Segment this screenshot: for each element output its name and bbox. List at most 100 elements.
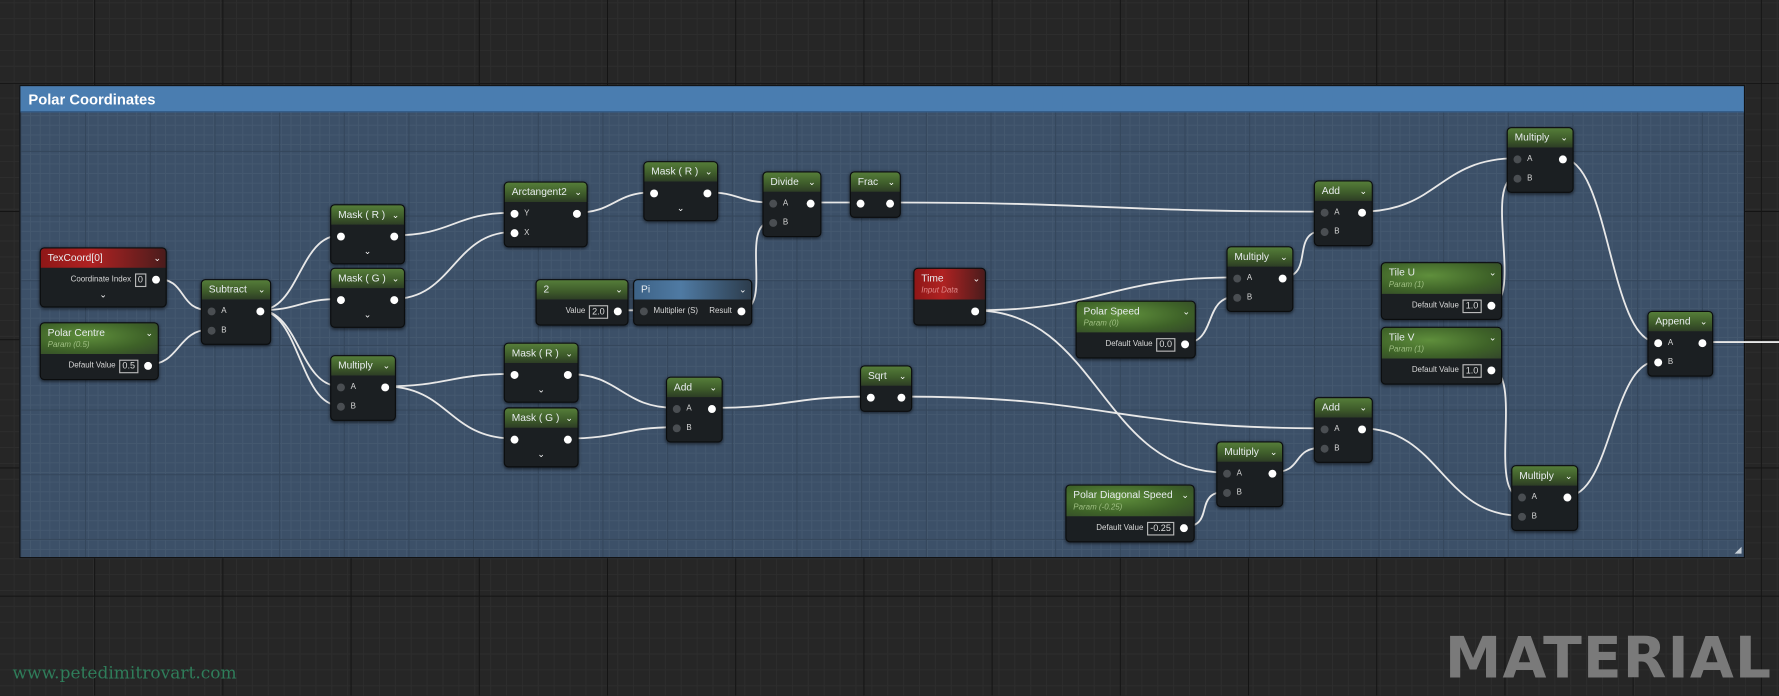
- input-pin[interactable]: [1654, 358, 1663, 367]
- chevron-down-icon[interactable]: ⌄: [705, 165, 713, 180]
- input-pin[interactable]: [769, 218, 778, 227]
- node-append[interactable]: Append ⌄ A B: [1647, 310, 1714, 377]
- input-pin[interactable]: [1518, 493, 1526, 502]
- chevron-down-icon[interactable]: ⌄: [1489, 330, 1497, 345]
- node-header[interactable]: Multiply ⌄: [1217, 442, 1283, 462]
- node-header[interactable]: Mask ( G ) ⌄: [504, 408, 578, 428]
- chevron-down-icon[interactable]: ⌄: [383, 359, 391, 374]
- output-pin[interactable]: [390, 296, 399, 305]
- chevron-down-icon[interactable]: ⌄: [565, 346, 573, 361]
- chevron-down-icon[interactable]: ⌄: [146, 326, 154, 341]
- output-pin[interactable]: [144, 361, 153, 370]
- node-arctangent2[interactable]: Arctangent2 ⌄ Y X: [503, 181, 588, 248]
- node-header[interactable]: Divide ⌄: [763, 172, 821, 192]
- node-header[interactable]: Subtract ⌄: [201, 280, 271, 300]
- node-header[interactable]: Add ⌄: [1314, 398, 1372, 418]
- expand-chevron-icon[interactable]: ⌄: [331, 310, 404, 324]
- expand-chevron-icon[interactable]: ⌄: [505, 449, 578, 463]
- input-pin[interactable]: [510, 371, 519, 379]
- output-pin[interactable]: [1487, 301, 1496, 310]
- chevron-down-icon[interactable]: ⌄: [739, 283, 747, 298]
- node-polar-centre[interactable]: Polar Centre Param (0.5) ⌄ Default Value 0.5: [39, 322, 159, 381]
- output-pin[interactable]: [152, 275, 160, 284]
- node-header[interactable]: Sqrt ⌄: [861, 366, 912, 386]
- node-header[interactable]: TexCoord[0] ⌄: [40, 248, 166, 268]
- chevron-down-icon[interactable]: ⌄: [1280, 250, 1288, 265]
- value-field[interactable]: 1.0: [1462, 363, 1482, 378]
- input-pin[interactable]: [1223, 469, 1232, 478]
- resize-handle-icon[interactable]: ◢: [1735, 545, 1742, 555]
- input-pin[interactable]: [336, 232, 345, 241]
- chevron-down-icon[interactable]: ⌄: [1183, 304, 1191, 319]
- node-multiply[interactable]: Multiply ⌄ A B: [330, 355, 396, 421]
- node-multiply[interactable]: Multiply ⌄ A B: [1511, 465, 1579, 531]
- node-sqrt[interactable]: Sqrt ⌄: [860, 365, 913, 412]
- chevron-down-icon[interactable]: ⌄: [258, 283, 266, 298]
- output-pin[interactable]: [256, 307, 265, 316]
- node-header[interactable]: Multiply ⌄: [331, 356, 395, 376]
- output-pin[interactable]: [613, 307, 622, 316]
- node-header[interactable]: Mask ( R ) ⌄: [644, 162, 718, 182]
- output-pin[interactable]: [737, 307, 746, 316]
- input-pin[interactable]: [510, 435, 519, 444]
- chevron-down-icon[interactable]: ⌄: [574, 185, 582, 200]
- input-pin[interactable]: [1513, 155, 1522, 164]
- node-tile-v[interactable]: Tile V Param (1) ⌄ Default Value 1.0: [1380, 326, 1503, 385]
- output-pin[interactable]: [806, 199, 815, 208]
- comment-title[interactable]: Polar Coordinates: [20, 86, 1744, 113]
- input-pin[interactable]: [207, 307, 216, 316]
- output-pin[interactable]: [381, 383, 390, 392]
- chevron-down-icon[interactable]: ⌄: [808, 175, 816, 190]
- chevron-down-icon[interactable]: ⌄: [888, 175, 896, 190]
- node-divide[interactable]: Divide ⌄ A B: [762, 171, 822, 238]
- node-add[interactable]: Add ⌄ A B: [1313, 180, 1373, 247]
- chevron-down-icon[interactable]: ⌄: [973, 271, 981, 286]
- input-pin[interactable]: [1320, 425, 1329, 434]
- node-header[interactable]: Tile U Param (1) ⌄: [1381, 263, 1502, 294]
- output-pin[interactable]: [897, 393, 906, 402]
- chevron-down-icon[interactable]: ⌄: [899, 369, 907, 384]
- node-multiply[interactable]: Multiply ⌄ A B: [1226, 246, 1294, 313]
- node-header[interactable]: Multiply ⌄: [1512, 466, 1578, 486]
- node-mask-g[interactable]: Mask ( G ) ⌄ ⌄: [503, 407, 579, 468]
- output-pin[interactable]: [1487, 366, 1496, 375]
- node-mask-g[interactable]: Mask ( G ) ⌄ ⌄: [330, 267, 406, 328]
- chevron-down-icon[interactable]: ⌄: [1560, 130, 1568, 145]
- chevron-down-icon[interactable]: ⌄: [154, 251, 162, 266]
- node-mask-r[interactable]: Mask ( R ) ⌄ ⌄: [643, 161, 719, 222]
- output-pin[interactable]: [971, 307, 980, 316]
- input-pin[interactable]: [1223, 488, 1232, 497]
- input-pin[interactable]: [1518, 512, 1526, 521]
- output-pin[interactable]: [1698, 339, 1707, 348]
- value-field[interactable]: 0.0: [1155, 337, 1176, 352]
- node-header[interactable]: Mask ( G ) ⌄: [331, 268, 404, 289]
- output-pin[interactable]: [707, 405, 716, 413]
- input-pin[interactable]: [672, 405, 681, 413]
- node-header[interactable]: Multiply ⌄: [1227, 247, 1293, 267]
- output-pin[interactable]: [1358, 208, 1367, 217]
- output-pin[interactable]: [563, 435, 572, 444]
- node-header[interactable]: Frac ⌄: [850, 172, 900, 192]
- input-pin[interactable]: [1654, 339, 1663, 348]
- chevron-down-icon[interactable]: ⌄: [709, 380, 717, 395]
- node-header[interactable]: Add ⌄: [667, 377, 722, 398]
- node-header[interactable]: Mask ( R ) ⌄: [504, 343, 578, 364]
- input-pin[interactable]: [207, 326, 216, 335]
- output-pin[interactable]: [563, 371, 572, 379]
- output-pin[interactable]: [1181, 340, 1190, 349]
- node-header[interactable]: Mask ( R ) ⌄: [331, 205, 404, 225]
- input-pin[interactable]: [1320, 228, 1329, 236]
- expand-chevron-icon[interactable]: ⌄: [41, 289, 166, 303]
- input-pin[interactable]: [336, 402, 345, 411]
- input-pin[interactable]: [639, 307, 648, 316]
- input-pin[interactable]: [1320, 444, 1329, 453]
- node-2[interactable]: 2 ⌄ Value 2.0: [535, 279, 629, 326]
- output-pin[interactable]: [1563, 493, 1572, 502]
- chevron-down-icon[interactable]: ⌄: [1360, 184, 1368, 199]
- node-header[interactable]: Multiply ⌄: [1507, 128, 1573, 148]
- output-pin[interactable]: [886, 199, 895, 208]
- value-field[interactable]: 0: [134, 272, 147, 287]
- node-header[interactable]: Pi ⌄: [634, 280, 752, 300]
- output-pin[interactable]: [1358, 425, 1367, 434]
- expand-chevron-icon[interactable]: ⌄: [331, 246, 404, 260]
